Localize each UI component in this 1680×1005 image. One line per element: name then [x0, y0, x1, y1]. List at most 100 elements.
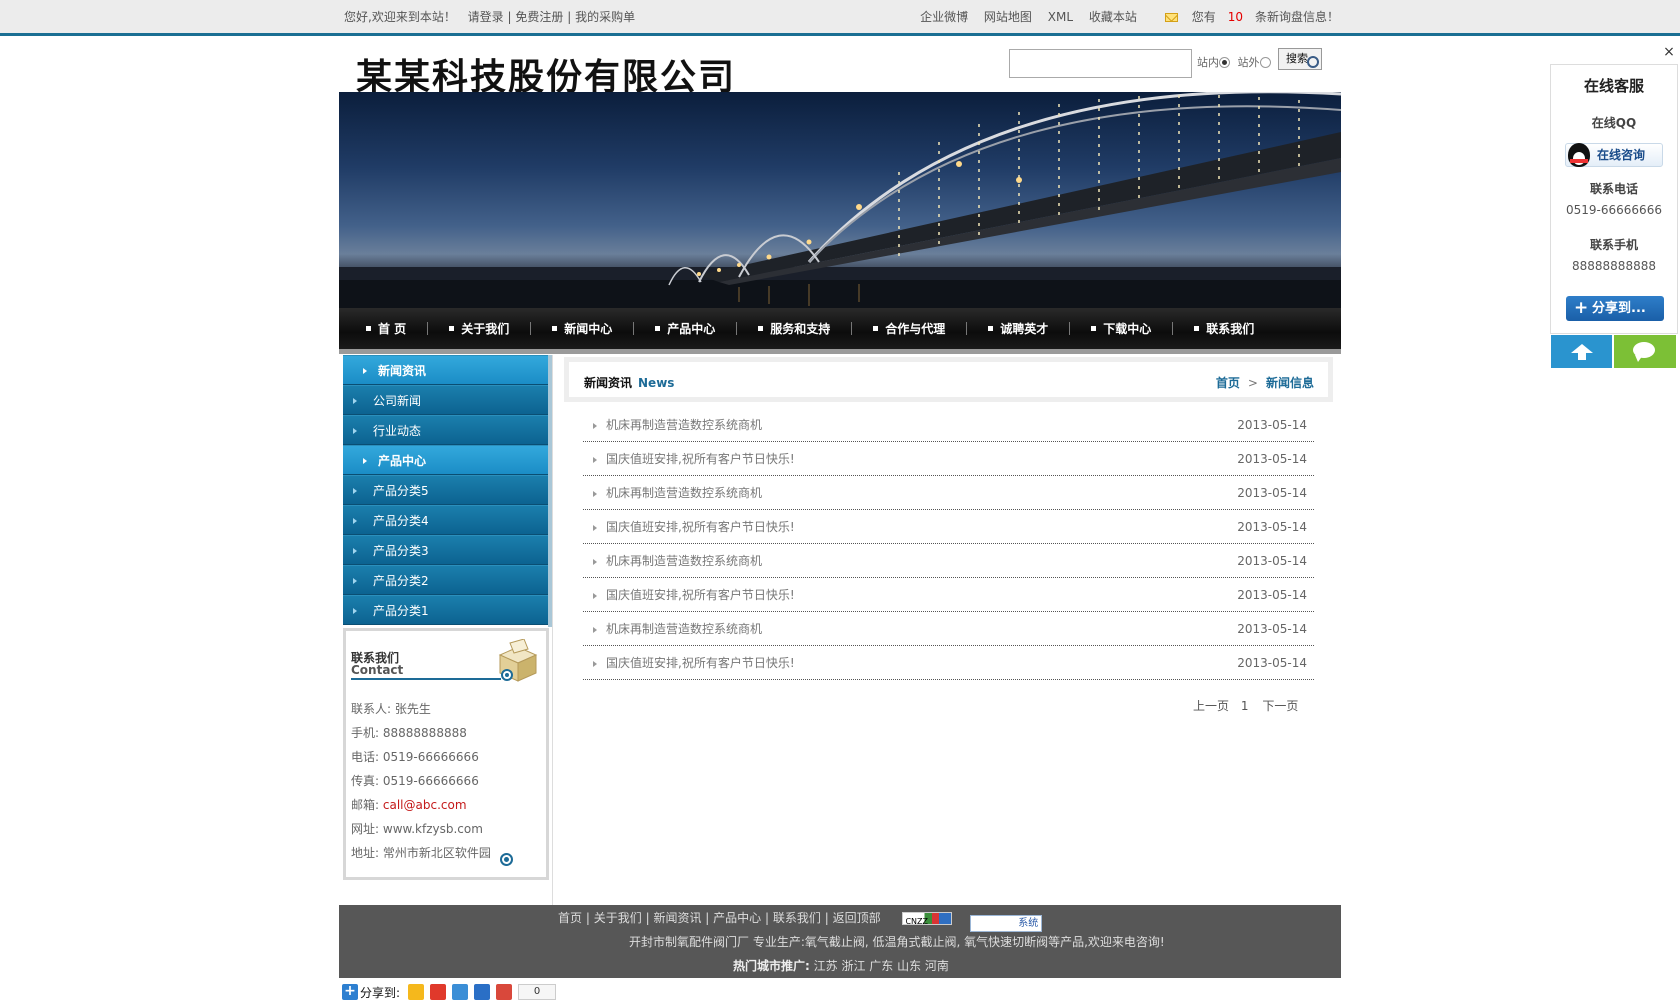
news-item[interactable]: 国庆值班安排,祝所有客户节日快乐! 2013-05-14 — [583, 442, 1314, 476]
share-plus-icon[interactable]: + — [342, 984, 358, 1000]
contact-box: 联系我们 Contact 联系人: 张先生 手机: 88888888888 电话… — [343, 628, 549, 880]
news-title[interactable]: 国庆值班安排,祝所有客户节日快乐! — [606, 452, 795, 466]
sidebar-head-products[interactable]: 产品中心 — [343, 445, 549, 475]
news-item[interactable]: 机床再制造营造数控系统商机 2013-05-14 — [583, 476, 1314, 510]
nav-label: 合作与代理 — [885, 322, 946, 336]
inquiry-link[interactable]: 您有 10 条新询盘信息！ — [1153, 10, 1339, 24]
weibo-icon[interactable] — [430, 984, 447, 1000]
caret-right-icon — [593, 661, 597, 667]
nav-item-about[interactable]: 关于我们 — [449, 320, 552, 337]
news-title[interactable]: 国庆值班安排,祝所有客户节日快乐! — [606, 520, 795, 534]
sidebar-head-news[interactable]: 新闻资讯 — [343, 355, 549, 385]
footer-link-news[interactable]: 新闻资讯 — [653, 911, 701, 925]
search-button[interactable]: 搜索 — [1278, 48, 1322, 70]
caret-right-icon — [353, 518, 357, 524]
nav-item-service[interactable]: 服务和支持 — [758, 320, 873, 337]
top-bar-right: 企业微博 网站地图 XML 收藏本站 您有 10 条新询盘信息！ — [920, 0, 1339, 34]
caret-right-icon — [593, 627, 597, 633]
sidebar-item-category5[interactable]: 产品分类5 — [343, 475, 549, 505]
footer-link-contact[interactable]: 联系我们 — [773, 911, 821, 925]
system-badge[interactable]: 系统 — [970, 915, 1043, 932]
prev-page-link[interactable]: 上一页 — [1193, 699, 1229, 713]
nav-item-products[interactable]: 产品中心 — [655, 320, 758, 337]
nav-label: 关于我们 — [461, 322, 510, 336]
search-inside-radio[interactable] — [1219, 57, 1230, 68]
bullet-icon — [552, 326, 558, 331]
search-input[interactable] — [1009, 49, 1192, 78]
breadcrumb-sep: > — [1247, 376, 1258, 390]
news-title[interactable]: 机床再制造营造数控系统商机 — [606, 622, 762, 636]
current-page: 1 — [1240, 699, 1249, 713]
sidebar-item-label: 产品分类3 — [373, 544, 429, 558]
online-service-panel: 在线客服 在线QQ 在线咨询 联系电话 0519-66666666 联系手机 8… — [1550, 64, 1678, 334]
news-date: 2013-05-14 — [1237, 452, 1307, 466]
news-title[interactable]: 机床再制造营造数控系统商机 — [606, 486, 762, 500]
sitemap-link[interactable]: 网站地图 — [984, 10, 1032, 24]
news-title[interactable]: 国庆值班安排,祝所有客户节日快乐! — [606, 656, 795, 670]
sidebar-item-industry[interactable]: 行业动态 — [343, 415, 549, 445]
news-title[interactable]: 机床再制造营造数控系统商机 — [606, 418, 762, 432]
contact-email: 邮箱: call@abc.com — [351, 793, 491, 817]
nav-item-partners[interactable]: 合作与代理 — [873, 320, 988, 337]
xml-link[interactable]: XML — [1048, 10, 1073, 24]
qq-consult-button[interactable]: 在线咨询 — [1565, 143, 1663, 167]
nav-label: 产品中心 — [667, 322, 716, 336]
back-to-top-button[interactable] — [1551, 335, 1612, 368]
nav-item-contact[interactable]: 联系我们 — [1194, 320, 1254, 337]
login-link[interactable]: 请登录 — [468, 10, 504, 24]
news-item[interactable]: 机床再制造营造数控系统商机 2013-05-14 — [583, 612, 1314, 646]
contact-value: 88888888888 — [382, 726, 467, 740]
caret-right-icon — [353, 578, 357, 584]
next-page-link[interactable]: 下一页 — [1262, 699, 1298, 713]
close-icon[interactable]: × — [1661, 44, 1677, 60]
nav-item-jobs[interactable]: 诚聘英才 — [988, 320, 1091, 337]
qq-label: 在线QQ — [1591, 116, 1637, 130]
news-list: 机床再制造营造数控系统商机 2013-05-14 国庆值班安排,祝所有客户节日快乐… — [583, 408, 1314, 680]
chat-button[interactable] — [1614, 335, 1676, 368]
news-item[interactable]: 机床再制造营造数控系统商机 2013-05-14 — [583, 544, 1314, 578]
purchase-list-link[interactable]: 我的采购单 — [575, 10, 635, 24]
nav-item-news[interactable]: 新闻中心 — [552, 320, 655, 337]
news-title[interactable]: 机床再制造营造数控系统商机 — [606, 554, 762, 568]
cnzz-badge[interactable]: CNZZ — [902, 912, 953, 926]
breadcrumb-current[interactable]: 新闻信息 — [1266, 376, 1314, 390]
news-item[interactable]: 国庆值班安排,祝所有客户节日快乐! 2013-05-14 — [583, 510, 1314, 544]
news-item[interactable]: 机床再制造营造数控系统商机 2013-05-14 — [583, 408, 1314, 442]
footer-link-top[interactable]: 返回顶部 — [833, 911, 881, 925]
caret-right-icon — [593, 525, 597, 531]
email-link[interactable]: call@abc.com — [383, 798, 467, 812]
renren-icon[interactable] — [474, 984, 491, 1000]
share-button[interactable]: + 分享到... — [1566, 296, 1664, 321]
breadcrumb-home[interactable]: 首页 — [1216, 376, 1240, 390]
weibo-link[interactable]: 企业微博 — [920, 10, 968, 24]
service-title: 在线客服 — [1583, 77, 1644, 95]
search-outside-radio[interactable] — [1259, 57, 1271, 68]
bullet-icon — [873, 326, 879, 331]
inquiry-post: 条新询盘信息！ — [1254, 10, 1339, 24]
hot-cities-list[interactable]: 江苏 浙江 广东 山东 河南 — [814, 959, 949, 973]
favorite-link[interactable]: 收藏本站 — [1089, 10, 1137, 24]
nav-item-downloads[interactable]: 下载中心 — [1091, 320, 1194, 337]
qzone-icon[interactable] — [408, 984, 425, 1000]
footer-link-home[interactable]: 首页 — [558, 911, 582, 925]
footer-description: 开封市制氧配件阀门厂 专业生产:氧气截止阀, 低温角式截止阀, 氧气快速切断阀等… — [629, 935, 1165, 949]
register-link[interactable]: 免费注册 — [515, 10, 563, 24]
nav-item-home[interactable]: 首 页 — [366, 320, 449, 337]
contact-label: 传真: — [351, 774, 380, 788]
sidebar-item-category2[interactable]: 产品分类2 — [343, 565, 549, 595]
sidebar-item-category3[interactable]: 产品分类3 — [343, 535, 549, 565]
mail-icon — [1164, 13, 1178, 22]
news-item[interactable]: 国庆值班安排,祝所有客户节日快乐! 2013-05-14 — [583, 578, 1314, 612]
more-share-icon[interactable] — [496, 984, 513, 1000]
footer-link-products[interactable]: 产品中心 — [713, 911, 761, 925]
news-title[interactable]: 国庆值班安排,祝所有客户节日快乐! — [606, 588, 795, 602]
section-title: 新闻资讯 News — [584, 374, 674, 391]
caret-right-icon — [593, 423, 597, 429]
tencent-weibo-icon[interactable] — [452, 984, 469, 1000]
separator: | — [824, 911, 829, 925]
sidebar-item-company-news[interactable]: 公司新闻 — [343, 385, 549, 415]
sidebar-item-category1[interactable]: 产品分类1 — [343, 595, 549, 625]
news-item[interactable]: 国庆值班安排,祝所有客户节日快乐! 2013-05-14 — [583, 646, 1314, 680]
footer-link-about[interactable]: 关于我们 — [594, 911, 642, 925]
sidebar-item-category4[interactable]: 产品分类4 — [343, 505, 549, 535]
